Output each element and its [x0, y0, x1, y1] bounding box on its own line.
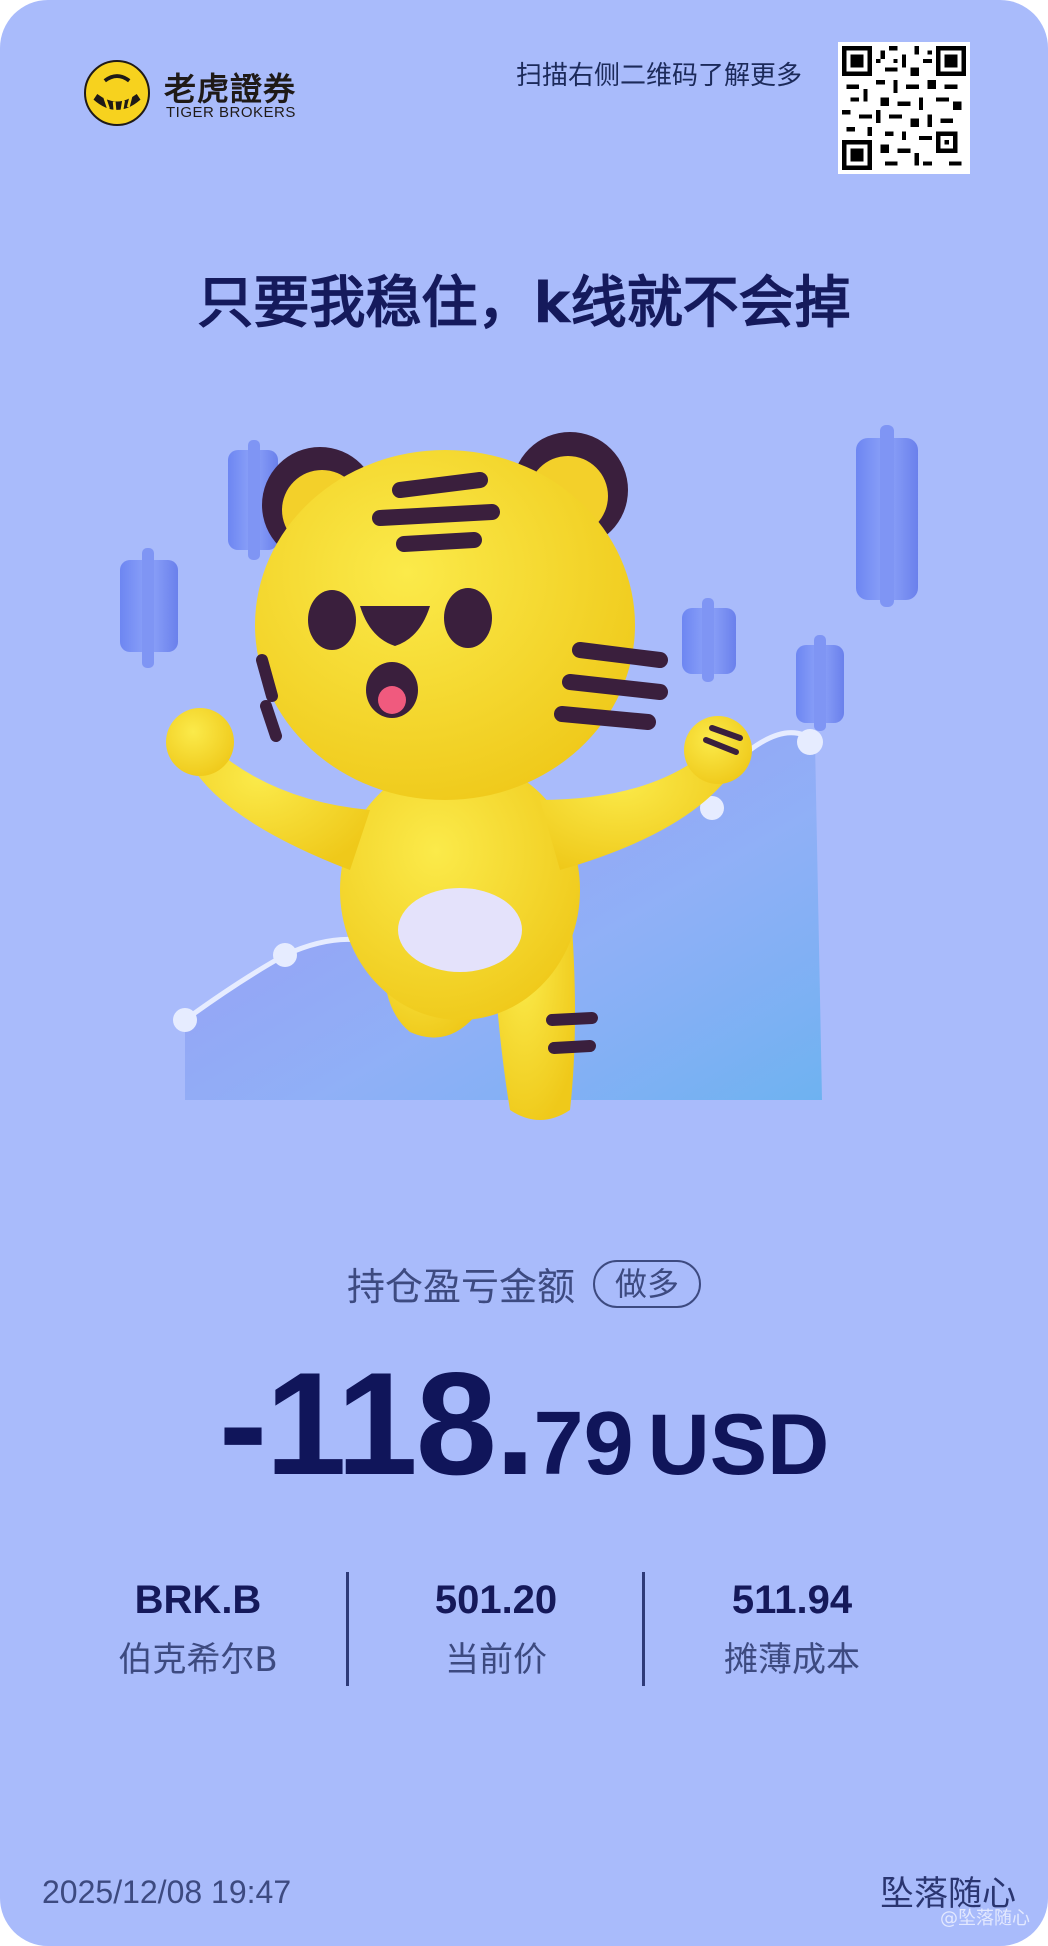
tiger-logo-icon: [84, 60, 150, 126]
pnl-label-row: 持仓盈亏金额 做多: [0, 1256, 1048, 1311]
pnl-label: 持仓盈亏金额: [346, 1265, 575, 1309]
stat-symbol-value: BRK.B: [134, 1578, 262, 1622]
headline: 只要我稳住，k线就不会掉: [197, 271, 851, 336]
stat-current-price-value: 501.20: [434, 1578, 558, 1622]
pnl-amount: -118.79 USD: [0, 1340, 1048, 1508]
stat-current-price-label: 当前价: [445, 1640, 547, 1680]
direction-badge: 做多: [593, 1259, 702, 1308]
stat-cost-value: 511.94: [731, 1578, 853, 1622]
stat-cost: 511.94 摊薄成本: [644, 1572, 940, 1686]
pnl-amount-integer: -118.: [218, 1342, 536, 1505]
position-stats: BRK.B 伯克希尔B 501.20 当前价 511.94 摊薄成本: [0, 1572, 1048, 1686]
watermark: @坠落随心: [940, 1908, 1030, 1929]
qr-code[interactable]: [838, 42, 970, 174]
scan-qr-hint: 扫描右侧二维码了解更多: [515, 61, 802, 91]
share-card: 老虎證券 TIGER BROKERS 扫描右侧二维码了解更多 只要我稳住，k线就…: [0, 0, 1048, 1946]
pnl-amount-fraction: 79: [533, 1394, 634, 1494]
stat-symbol-label: 伯克希尔B: [118, 1640, 278, 1680]
brand-name-en: TIGER BROKERS: [166, 104, 296, 121]
stat-symbol: BRK.B 伯克希尔B: [50, 1572, 346, 1686]
qr-code-image: [842, 46, 966, 170]
tiger-mascot-illustration: [100, 420, 960, 1140]
stat-current-price: 501.20 当前价: [348, 1572, 644, 1686]
pnl-currency: USD: [647, 1397, 830, 1493]
timestamp: 2025/12/08 19:47: [42, 1874, 292, 1910]
tiger-brokers-logo: 老虎證券 TIGER BROKERS: [84, 60, 324, 132]
stat-cost-label: 摊薄成本: [724, 1640, 860, 1680]
